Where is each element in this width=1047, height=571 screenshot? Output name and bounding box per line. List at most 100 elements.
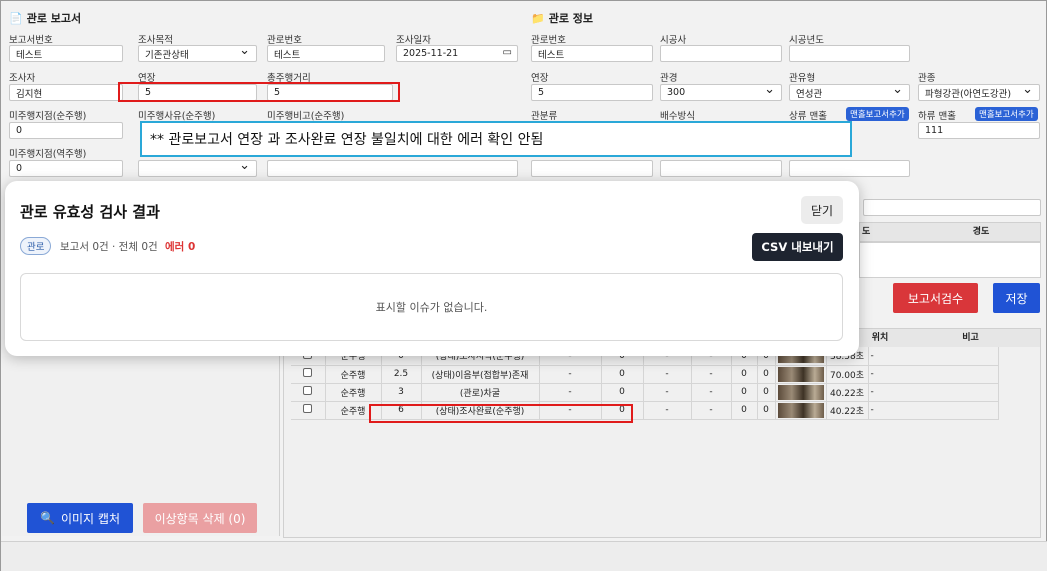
cell-a: -: [539, 383, 602, 402]
csv-export-button[interactable]: CSV 내보내기: [752, 233, 843, 261]
thumb-cell: [775, 401, 827, 420]
unrun-note-rev-field[interactable]: [267, 160, 518, 177]
year-field[interactable]: [789, 45, 910, 62]
pipe-no-field[interactable]: 테스트: [267, 45, 385, 62]
cell-f: 0: [757, 401, 776, 420]
validation-modal: 관로 유효성 검사 결과 닫기 관로 보고서 0건 · 전체 0건 에러 0 C…: [5, 181, 859, 356]
footer-bar: [1, 541, 1047, 571]
bg-field-right[interactable]: [863, 199, 1041, 216]
col-note: 비고: [962, 333, 979, 343]
delete-anomalies-button[interactable]: 이상항목 삭제 (0): [143, 503, 257, 533]
cell-f: 0: [757, 365, 776, 384]
upstream-add-manhole-button[interactable]: 맨홀보고서추가: [846, 107, 909, 121]
pi-row5-field-2[interactable]: [660, 160, 782, 177]
direction-cell: 순주행: [325, 365, 382, 384]
purpose-select[interactable]: 기존관상태: [138, 45, 257, 62]
unrun-point-fwd-label: 미주행지점(순주행): [9, 111, 87, 122]
thumbnail-image[interactable]: [777, 402, 824, 418]
unrun-point-fwd-field[interactable]: 0: [9, 122, 123, 139]
empty-text: 표시할 이슈가 없습니다.: [375, 301, 488, 314]
cell-d: -: [691, 401, 732, 420]
cell-b: 0: [601, 365, 644, 384]
annotation-row-box: [369, 404, 633, 423]
position-cell: 40.22초: [826, 383, 869, 402]
date-label: 조사일자: [396, 35, 431, 46]
diameter-select[interactable]: 300: [660, 84, 782, 101]
inspector-field[interactable]: 김지현: [9, 84, 123, 101]
pipe-type-select[interactable]: 연성관: [789, 84, 910, 101]
contractor-field[interactable]: [660, 45, 782, 62]
pipe-kind-label: 관종: [918, 73, 936, 84]
events-table-header-tail: 위치 비고: [859, 329, 1040, 347]
pi-length-field[interactable]: 5: [531, 84, 653, 101]
downstream-manhole-label: 하류 맨홀: [918, 111, 956, 122]
folder-icon: 📁: [531, 11, 545, 25]
row-checkbox[interactable]: [303, 368, 313, 377]
note-cell: -: [868, 401, 999, 420]
table-row[interactable]: 순주행 3 (관로)차굴 -0- -0 0 40.22초 -: [291, 383, 999, 402]
cell-c: -: [643, 383, 692, 402]
cell-e: 0: [731, 383, 758, 402]
unrun-point-rev-field[interactable]: 0: [9, 160, 123, 177]
col-do: 도: [862, 227, 871, 237]
capture-label: 이미지 캡처: [60, 511, 120, 526]
note-cell: -: [868, 383, 999, 402]
year-label: 시공년도: [789, 35, 824, 46]
row-checkbox[interactable]: [303, 404, 313, 413]
pipe-info-section-title: 📁 관로 정보: [531, 10, 593, 26]
unrun-point-rev-label: 미주행지점(역주행): [9, 149, 87, 160]
cell-e: 0: [731, 401, 758, 420]
diameter-label: 관경: [660, 73, 678, 84]
report-title-text: 관로 보고서: [26, 12, 82, 25]
col-lng: 경도: [972, 227, 990, 237]
report-no-label: 보고서번호: [9, 35, 53, 46]
note-cell: -: [868, 347, 999, 366]
pipe-no-label: 관로번호: [267, 35, 302, 46]
thumb-cell: [775, 383, 827, 402]
coord-body: [859, 242, 1041, 278]
unrun-reason-rev-select[interactable]: [138, 160, 257, 177]
checkbox-cell: [291, 383, 326, 402]
pipe-type-label: 관유형: [789, 73, 816, 84]
contractor-label: 시공사: [660, 35, 687, 46]
category-label: 관분류: [531, 111, 558, 122]
pi-pipe-no-field[interactable]: 테스트: [531, 45, 653, 62]
upstream-manhole-label: 상류 맨홀: [789, 111, 827, 122]
thumbnail-image[interactable]: [777, 366, 824, 382]
drainage-label: 배수방식: [660, 111, 695, 122]
distance-cell: 3: [381, 383, 422, 402]
thumbnail-image[interactable]: [777, 384, 824, 400]
search-icon: 🔍: [40, 511, 55, 525]
pi-pipe-no-label: 관로번호: [531, 35, 566, 46]
pipe-kind-select[interactable]: 파형강관(아연도강관): [918, 84, 1040, 101]
close-button[interactable]: 닫기: [801, 196, 843, 224]
modal-title: 관로 유효성 검사 결과: [20, 203, 160, 221]
tag-badge: 관로: [20, 237, 52, 255]
position-cell: 70.00초: [826, 365, 869, 384]
position-cell: 40.22초: [826, 401, 869, 420]
downstream-manhole-field[interactable]: 111: [918, 122, 1040, 139]
table-row[interactable]: 순주행 2.5 (상태)이음부(접합부)존재 -0- -0 0 70.00초 -: [291, 365, 999, 384]
note-cell: -: [868, 365, 999, 384]
pi-row5-field-1[interactable]: [531, 160, 653, 177]
distance-cell: 2.5: [381, 365, 422, 384]
empty-state: 표시할 이슈가 없습니다.: [20, 273, 843, 341]
cell-c: -: [643, 365, 692, 384]
coord-header: 도 경도: [859, 222, 1041, 242]
summary-text: 보고서 0건 · 전체 0건: [60, 241, 158, 253]
row-checkbox[interactable]: [303, 386, 313, 395]
pi-length-label: 연장: [531, 73, 549, 84]
downstream-add-manhole-button[interactable]: 맨홀보고서추가: [975, 107, 1038, 121]
cell-f: 0: [757, 383, 776, 402]
direction-cell: 순주행: [325, 383, 382, 402]
inspector-label: 조사자: [9, 73, 36, 84]
document-icon: 📄: [9, 11, 23, 25]
capture-image-button[interactable]: 🔍 이미지 캡처: [27, 503, 133, 533]
date-field[interactable]: 2025-11-21: [396, 45, 518, 62]
report-no-field[interactable]: 테스트: [9, 45, 123, 62]
report-check-button[interactable]: 보고서검수: [893, 283, 978, 313]
save-button[interactable]: 저장: [993, 283, 1040, 313]
thumb-cell: [775, 365, 827, 384]
description-cell: (관로)차굴: [421, 383, 540, 402]
pi-row5-field-3[interactable]: [789, 160, 910, 177]
